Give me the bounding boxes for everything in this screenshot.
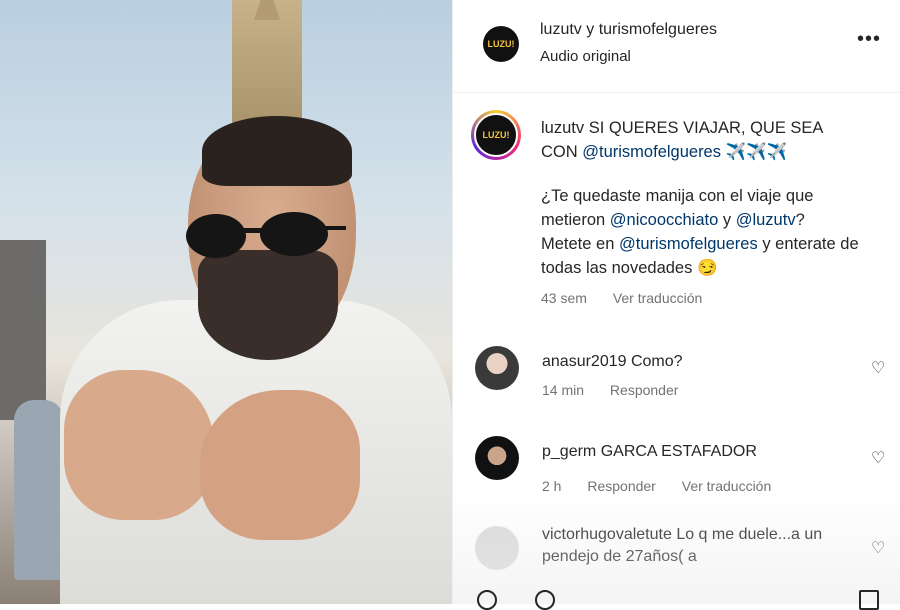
comment-username[interactable]: p_germ [542, 443, 596, 460]
like-icon[interactable] [477, 590, 497, 610]
reply-button[interactable]: Responder [610, 382, 679, 398]
caption-paragraph3-a: Metete en [541, 235, 615, 253]
see-translation-button[interactable]: Ver traducción [613, 290, 703, 306]
comment-username[interactable]: victorhugovaletute [542, 526, 672, 543]
audio-label[interactable]: Audio original [540, 48, 631, 65]
commenter-avatar[interactable] [475, 346, 519, 390]
post-media[interactable] [0, 0, 452, 604]
mention-link[interactable]: @nicoocchiato [610, 211, 718, 229]
caption-line1: SI QUERES VIAJAR, QUE SEA [588, 119, 824, 137]
post-caption: luzutv SI QUERES VIAJAR, QUE SEA CON @tu… [541, 116, 881, 310]
building-image [0, 240, 46, 420]
author-avatar[interactable]: LUZU! [483, 26, 519, 62]
background-person-image [14, 400, 64, 580]
action-bar [453, 590, 900, 610]
sunglasses-image [186, 212, 346, 258]
caption-paragraph2-b: y [722, 211, 732, 229]
post-detail-panel: LUZU! luzutv y turismofelgueres Audio or… [452, 0, 900, 610]
post-authors[interactable]: luzutv y turismofelgueres [540, 21, 717, 39]
comment-text: Como? [630, 353, 683, 370]
comment-username[interactable]: anasur2019 [542, 353, 627, 370]
comment-text: GARCA ESTAFADOR [600, 443, 757, 460]
caption-avatar-logo-text: LUZU! [482, 130, 510, 140]
hair-image [202, 116, 352, 186]
heart-icon[interactable]: ♡ [871, 358, 885, 378]
plane-emoji: ✈️✈️✈️ [725, 143, 788, 161]
avatar-logo-text: LUZU! [487, 39, 515, 49]
mention-link[interactable]: @turismofelgueres [582, 143, 721, 161]
post-header: LUZU! luzutv y turismofelgueres Audio or… [453, 0, 900, 93]
caption-username[interactable]: luzutv [541, 119, 584, 137]
mention-link[interactable]: @luzutv [736, 211, 796, 229]
reply-button[interactable]: Responder [587, 478, 656, 494]
comment-timestamp[interactable]: 14 min [542, 382, 584, 398]
commenter-avatar[interactable] [475, 436, 519, 480]
see-translation-button[interactable]: Ver traducción [682, 478, 772, 494]
more-options-icon[interactable]: ••• [857, 28, 881, 51]
smirk-emoji: 😏 [696, 259, 718, 277]
mention-link[interactable]: @turismofelgueres [619, 235, 758, 253]
left-hand-image [64, 370, 214, 520]
heart-icon[interactable]: ♡ [871, 538, 885, 558]
caption-paragraph2-c: ? [795, 211, 805, 229]
heart-icon[interactable]: ♡ [871, 448, 885, 468]
commenter-avatar[interactable] [475, 526, 519, 570]
bookmark-icon[interactable] [859, 590, 879, 610]
caption-line2-prefix: CON [541, 143, 578, 161]
caption-timestamp[interactable]: 43 sem [541, 290, 587, 306]
right-hand-image [200, 390, 360, 540]
comment-icon[interactable] [535, 590, 555, 610]
comment-timestamp[interactable]: 2 h [542, 478, 561, 494]
caption-author-avatar[interactable]: LUZU! [471, 110, 521, 160]
beard-image [198, 250, 338, 360]
